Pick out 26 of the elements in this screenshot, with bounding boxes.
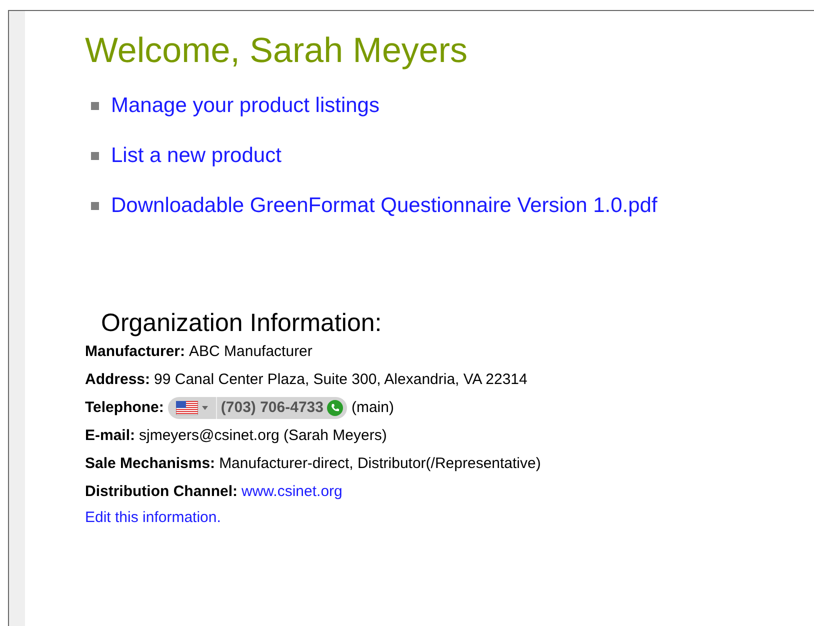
field-value: Manufacturer-direct, Distributor(/Representative) bbox=[219, 454, 541, 474]
field-label: Address: bbox=[85, 370, 150, 390]
field-value: sjmeyers@csinet.org (Sarah Meyers) bbox=[139, 426, 387, 446]
field-label: E-mail: bbox=[85, 426, 136, 446]
nav-link[interactable]: Downloadable GreenFormat Questionnaire Version 1.0.pdf bbox=[111, 190, 658, 222]
field-label: Distribution Channel: bbox=[85, 482, 238, 502]
field-value: 99 Canal Center Plaza, Suite 300, Alexandria, VA 22314 bbox=[154, 370, 528, 390]
welcome-heading: Welcome, Sarah Meyers bbox=[85, 33, 469, 68]
edit-link[interactable]: Edit this information. bbox=[85, 506, 658, 530]
caret-icon bbox=[202, 406, 208, 410]
field-label: Sale Mechanisms: bbox=[85, 454, 216, 474]
phone-number: (703) 706-4733 bbox=[216, 396, 324, 420]
flag-icon bbox=[176, 401, 198, 415]
phone-icon bbox=[327, 400, 344, 416]
bullet-icon bbox=[91, 202, 99, 210]
bullet-icon bbox=[91, 102, 99, 110]
website-link[interactable]: www.csinet.org bbox=[242, 480, 342, 504]
phone-widget[interactable]: (703) 706-4733 bbox=[168, 397, 348, 419]
nav-link[interactable]: Manage your product listings bbox=[111, 90, 380, 122]
field-label: Telephone: bbox=[85, 398, 164, 418]
field-label: Manufacturer: bbox=[85, 342, 186, 362]
section-heading: Organization Information: bbox=[101, 308, 383, 339]
phone-note: (main) bbox=[351, 398, 394, 418]
nav-link[interactable]: List a new product bbox=[111, 140, 282, 172]
bullet-icon bbox=[91, 152, 99, 160]
field-value: ABC Manufacturer bbox=[189, 342, 312, 362]
